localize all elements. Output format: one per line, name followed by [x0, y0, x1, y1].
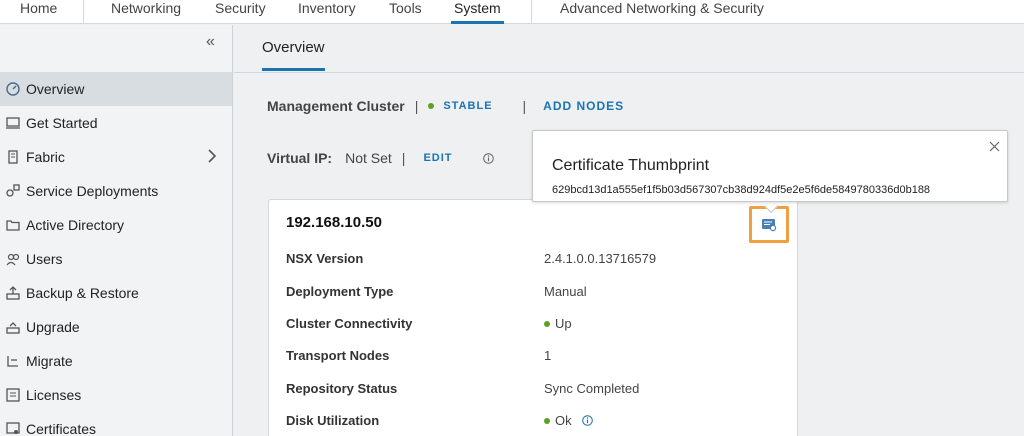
sidebar-item-label: Backup & Restore: [26, 285, 139, 301]
nav-tab-tools[interactable]: Tools: [389, 0, 422, 24]
sidebar-item-users[interactable]: Users: [0, 242, 232, 276]
backup-icon: [4, 285, 22, 301]
property-row: Cluster Connectivity Up: [286, 316, 786, 334]
property-value: 1: [544, 348, 552, 363]
sidebar-item-label: Service Deployments: [26, 183, 159, 199]
property-value: Ok: [555, 413, 572, 428]
close-icon[interactable]: [989, 139, 1000, 155]
status-dot-icon: [544, 320, 550, 327]
folder-icon: [4, 217, 22, 233]
sidebar: « Overview Get Started Fabric Service De…: [0, 25, 233, 436]
sidebar-item-label: Migrate: [26, 353, 73, 369]
deploy-icon: [4, 183, 22, 199]
top-nav: Home Networking Security Inventory Tools…: [0, 0, 1024, 24]
property-row: NSX Version 2.4.1.0.0.13716579: [286, 251, 786, 269]
nav-tab-system[interactable]: System: [451, 0, 504, 24]
property-value: 2.4.1.0.0.13716579: [544, 251, 657, 266]
status-dot-icon: [428, 103, 435, 109]
nav-tab-advanced-networking-security[interactable]: Advanced Networking & Security: [560, 0, 764, 24]
sidebar-item-label: Licenses: [26, 387, 82, 403]
license-icon: [4, 387, 22, 403]
property-key: NSX Version: [286, 251, 364, 266]
divider: |: [522, 98, 527, 114]
upgrade-icon: [4, 319, 22, 335]
certificate-thumbprint-popover: Certificate Thumbprint 629bcd13d1a555ef1…: [532, 130, 1008, 202]
sidebar-item-label: Overview: [26, 81, 85, 97]
sidebar-item-label: Upgrade: [26, 319, 80, 335]
status-dot-icon: [544, 417, 550, 424]
chevron-right-icon[interactable]: [207, 149, 217, 167]
virtual-ip-label: Virtual IP:: [267, 150, 333, 166]
property-row: Disk Utilization Ok: [286, 413, 786, 431]
sidebar-item-get-started[interactable]: Get Started: [0, 106, 232, 140]
nav-tab-networking[interactable]: Networking: [111, 0, 181, 24]
property-value-wrap: Ok: [544, 413, 593, 428]
property-key: Deployment Type: [286, 284, 394, 299]
virtual-ip-row: Virtual IP: Not Set | EDIT: [267, 150, 494, 166]
property-value: Sync Completed: [544, 381, 640, 396]
monitor-icon: [4, 115, 22, 131]
certificate-icon: [4, 421, 22, 436]
certificate-icon: [761, 218, 777, 232]
sidebar-item-active-directory[interactable]: Active Directory: [0, 208, 232, 242]
info-icon[interactable]: [581, 415, 593, 426]
node-card: 192.168.10.50 NSX Version 2.4.1.0.0.1371…: [268, 199, 798, 436]
info-icon[interactable]: [482, 152, 494, 164]
sidebar-item-label: Active Directory: [26, 217, 125, 233]
node-ip-title: 192.168.10.50: [286, 214, 382, 231]
sidebar-item-fabric[interactable]: Fabric: [0, 140, 232, 174]
sidebar-item-certificates[interactable]: Certificates: [0, 412, 232, 436]
edit-virtual-ip-button[interactable]: EDIT: [423, 152, 452, 164]
sidebar-item-label: Users: [26, 251, 63, 267]
property-key: Cluster Connectivity: [286, 316, 413, 331]
property-key: Repository Status: [286, 381, 398, 396]
users-icon: [4, 251, 22, 267]
property-key: Transport Nodes: [286, 348, 390, 363]
nav-divider: [531, 0, 532, 24]
sidebar-item-migrate[interactable]: Migrate: [0, 344, 232, 378]
virtual-ip-value: Not Set: [345, 150, 392, 166]
property-key: Disk Utilization: [286, 413, 380, 428]
sidebar-item-upgrade[interactable]: Upgrade: [0, 310, 232, 344]
sidebar-item-label: Get Started: [26, 115, 98, 131]
sidebar-item-licenses[interactable]: Licenses: [0, 378, 232, 412]
main-content: Overview Management Cluster | STABLE | A…: [234, 25, 1024, 436]
tab-overview[interactable]: Overview: [262, 39, 325, 71]
property-row: Transport Nodes 1: [286, 348, 786, 366]
sub-header: Overview: [234, 25, 1024, 73]
property-value: Manual: [544, 284, 587, 299]
nav-divider: [83, 0, 84, 24]
add-nodes-button[interactable]: ADD NODES: [543, 99, 624, 113]
nav-tab-security[interactable]: Security: [215, 0, 266, 24]
thumbprint-value: 629bcd13d1a555ef1f5b03d567307cb38d924df5…: [552, 184, 931, 196]
property-value: Up: [555, 316, 572, 331]
sidebar-item-backup-restore[interactable]: Backup & Restore: [0, 276, 232, 310]
dashboard-icon: [4, 81, 22, 97]
cluster-status-badge: STABLE: [443, 100, 493, 112]
nav-tab-home[interactable]: Home: [20, 0, 57, 24]
sidebar-item-overview[interactable]: Overview: [0, 72, 232, 106]
collapse-sidebar-icon[interactable]: «: [206, 33, 215, 51]
nav-tab-inventory[interactable]: Inventory: [298, 0, 356, 24]
management-cluster-label: Management Cluster: [267, 98, 405, 114]
divider: |: [414, 98, 419, 114]
property-row: Repository Status Sync Completed: [286, 381, 786, 399]
management-cluster-row: Management Cluster | STABLE | ADD NODES: [267, 98, 624, 114]
sidebar-item-label: Fabric: [26, 149, 65, 165]
server-icon: [4, 149, 22, 165]
divider: |: [401, 150, 406, 166]
sidebar-item-label: Certificates: [26, 421, 97, 436]
property-row: Deployment Type Manual: [286, 284, 786, 302]
popover-title: Certificate Thumbprint: [552, 157, 710, 174]
sidebar-item-service-deployments[interactable]: Service Deployments: [0, 174, 232, 208]
property-value-wrap: Up: [544, 316, 572, 331]
migrate-icon: [4, 353, 22, 369]
